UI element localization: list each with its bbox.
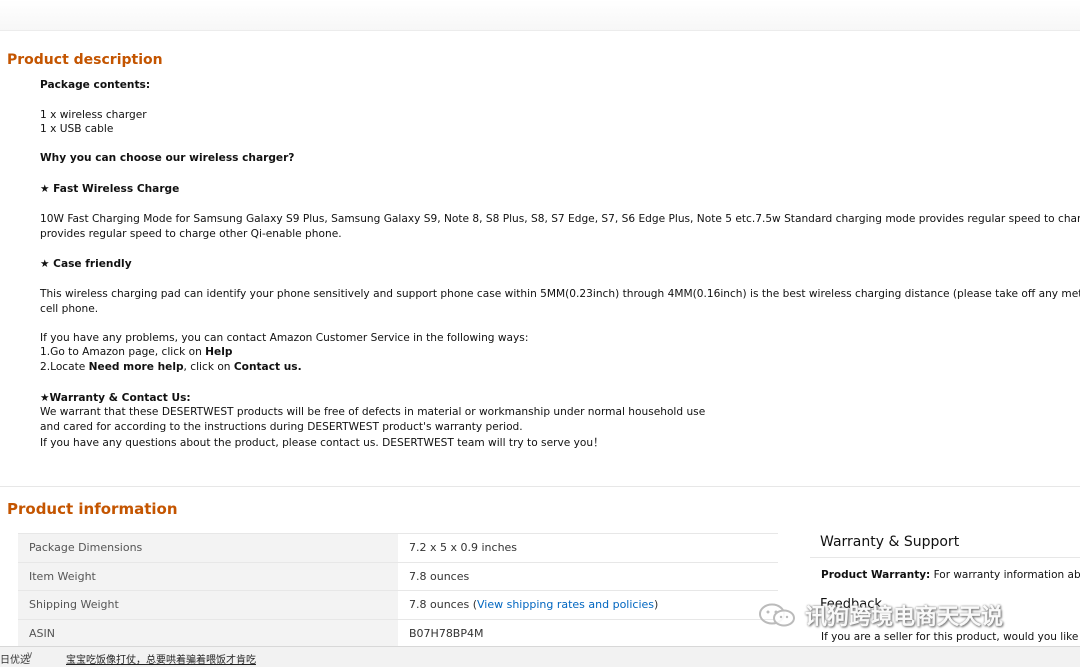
row-value-package-dimensions: 7.2 x 5 x 0.9 inches <box>398 533 778 562</box>
product-warranty-text: Product Warranty: For warranty informati… <box>821 569 1080 581</box>
problems-text: If you have any problems, you can contac… <box>40 332 529 344</box>
table-row: Item Weight 7.8 ounces <box>18 561 778 591</box>
wechat-icon <box>759 603 795 627</box>
section-divider <box>0 486 1080 487</box>
case-friendly-text-line2: cell phone. <box>40 303 99 315</box>
product-information-table: Package Dimensions 7.2 x 5 x 0.9 inches … <box>18 533 778 647</box>
row-value-asin: B07H78BP4M <box>398 618 778 647</box>
bottom-bar-link[interactable]: 宝宝吃饭像打仗，总要哄着骗着喂饭才肯吃 <box>66 651 256 666</box>
package-contents-heading: Package contents: <box>40 79 151 91</box>
warranty-support-divider <box>810 557 1080 558</box>
fast-charge-text-line1: 10W Fast Charging Mode for Samsung Galax… <box>40 213 1080 225</box>
watermark: 讯狗跨境电商天天说 <box>757 599 1003 631</box>
product-information-title: Product information <box>7 500 178 518</box>
package-item-charger: 1 x wireless charger <box>40 109 147 121</box>
row-label-package-dimensions: Package Dimensions <box>18 533 398 562</box>
warranty-text-line1: We warrant that these DESERTWEST product… <box>40 406 706 418</box>
fast-charge-heading: ★ Fast Wireless Charge <box>40 183 180 195</box>
product-description-title: Product description <box>7 52 163 68</box>
browser-bottom-bar: 日优选 ∨ 宝宝吃饭像打仗，总要哄着骗着喂饭才肯吃 <box>0 646 1080 667</box>
shipping-rates-link[interactable]: View shipping rates and policies <box>477 598 654 611</box>
table-row: Package Dimensions 7.2 x 5 x 0.9 inches <box>18 533 778 562</box>
table-row: ASIN B07H78BP4M <box>18 618 778 647</box>
package-item-cable: 1 x USB cable <box>40 123 114 135</box>
warranty-heading: ★Warranty & Contact Us: <box>40 392 191 404</box>
step-1: 1.Go to Amazon page, click on Help <box>40 346 233 358</box>
case-friendly-heading: ★ Case friendly <box>40 258 132 270</box>
watermark-text: 讯狗跨境电商天天说 <box>805 604 1004 629</box>
top-bar <box>0 0 1080 31</box>
warranty-text-line3: If you have any questions about the prod… <box>40 437 604 449</box>
chevron-down-icon[interactable]: ∨ <box>26 650 33 661</box>
row-label-asin: ASIN <box>18 618 398 647</box>
step-2: 2.Locate Need more help, click on Contac… <box>40 361 302 373</box>
warranty-text-line2: and cared for according to the instructi… <box>40 421 523 433</box>
row-value-item-weight: 7.8 ounces <box>398 561 778 591</box>
why-heading: Why you can choose our wireless charger? <box>40 152 295 164</box>
row-label-item-weight: Item Weight <box>18 561 398 591</box>
table-row: Shipping Weight 7.8 ounces (View shippin… <box>18 590 778 619</box>
warranty-support-title: Warranty & Support <box>820 534 960 550</box>
feedback-text: If you are a seller for this product, wo… <box>821 631 1080 643</box>
case-friendly-text-line1: This wireless charging pad can identify … <box>40 288 1080 300</box>
row-value-shipping-weight: 7.8 ounces (View shipping rates and poli… <box>398 590 778 619</box>
row-label-shipping-weight: Shipping Weight <box>18 590 398 619</box>
fast-charge-text-line2: provides regular speed to charge other Q… <box>40 228 342 240</box>
